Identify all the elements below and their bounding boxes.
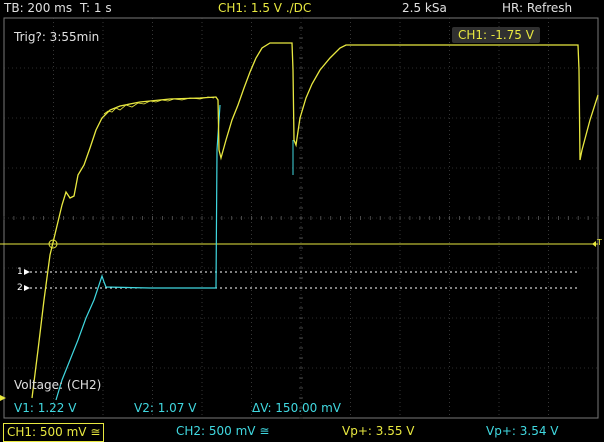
status-bar: TB: 200 ms T: 1 s CH1: 1.5 V ./DC 2.5 kS… [0, 0, 604, 16]
cursor-1-arrow-icon [24, 269, 30, 275]
cursor-source-label: Voltage: (CH2) [14, 378, 102, 392]
ch1-offset-label[interactable]: CH1: -1.75 V [452, 27, 540, 43]
ch1-offset-value: CH1: -1.75 V [452, 27, 540, 43]
trigger-info: Trig?: 3:55min [14, 30, 100, 44]
trigger-arrow-icon [592, 241, 596, 247]
ch1-measurement[interactable]: Vp+: 3.55 V [342, 421, 414, 442]
ch2-trace [55, 104, 221, 401]
ch1-trace [31, 42, 599, 399]
ch2-scale-button[interactable]: CH2: 500 mV ≅ [176, 421, 269, 442]
cursor-1-label: 1 [17, 267, 23, 277]
measurement-bar: CH1: 500 mV ≅ CH2: 500 mV ≅ Vp+: 3.55 V … [0, 421, 604, 442]
cursor-v1-readout: V1: 1.22 V [14, 401, 77, 415]
sample-rate-readout[interactable]: 2.5 kSa [402, 0, 447, 16]
ch2-measurement[interactable]: Vp+: 3.54 V [486, 421, 558, 442]
channel-setting-readout[interactable]: CH1: 1.5 V ./DC [218, 0, 311, 16]
mode-readout[interactable]: HR: Refresh [502, 0, 572, 16]
cursor-delta-readout: ΔV: 150.00 mV [252, 401, 341, 415]
cursor-2-arrow-icon [24, 285, 30, 291]
timebase-readout[interactable]: TB: 200 ms [4, 0, 72, 16]
trigger-time-readout[interactable]: T: 1 s [80, 0, 112, 16]
cursor-v2-readout: V2: 1.07 V [134, 401, 197, 415]
trigger-label: T [597, 238, 602, 247]
grid [3, 17, 599, 419]
cursor-2-label: 2 [17, 283, 23, 293]
ch1-scale-button[interactable]: CH1: 500 mV ≅ [3, 423, 105, 442]
waveform-display[interactable] [0, 0, 604, 442]
ch1-ground-marker-icon [0, 395, 6, 401]
